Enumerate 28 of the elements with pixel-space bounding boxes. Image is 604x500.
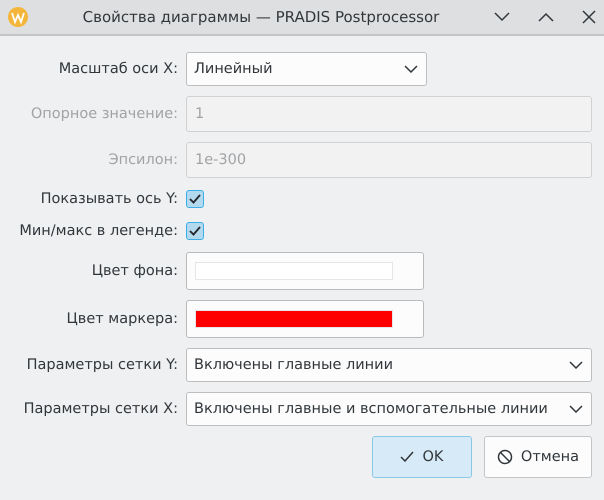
field-label: Цвет фона: <box>90 263 179 279</box>
window-title: Свойства диаграммы — PRADIS Postprocessor <box>82 8 440 26</box>
field-label: Мин/макс в легенде: <box>18 223 179 239</box>
app-logo-icon <box>8 7 28 27</box>
field-label: Опорное значение: <box>30 106 179 122</box>
field-label: Масштаб оси X: <box>58 61 179 77</box>
dropdown[interactable]: Линейный <box>186 52 427 86</box>
field-label: Эпсилон: <box>107 152 179 168</box>
chevron-down-icon <box>569 361 583 369</box>
field-label: Параметры сетки X: <box>22 401 179 417</box>
minimize-button[interactable] <box>494 12 510 22</box>
checkbox[interactable] <box>186 190 204 208</box>
ok-button[interactable]: OK <box>372 436 472 478</box>
dropdown[interactable]: Включены главные линии <box>186 348 592 382</box>
checkmark-icon <box>400 451 414 463</box>
maximize-button[interactable] <box>538 12 554 22</box>
cancel-icon <box>496 449 513 465</box>
chevron-down-icon <box>404 65 418 73</box>
chevron-down-icon <box>569 405 583 413</box>
checkbox[interactable] <box>186 222 204 240</box>
cancel-button[interactable]: Отмена <box>484 436 592 478</box>
field-label: Показывать ось Y: <box>40 191 179 207</box>
color-button[interactable] <box>186 252 424 290</box>
field-label: Параметры сетки Y: <box>26 357 179 373</box>
field-label: Цвет маркера: <box>66 311 179 327</box>
dropdown[interactable]: Включены главные и вспомогательные линии <box>186 392 592 426</box>
close-button[interactable] <box>582 10 596 24</box>
color-button[interactable] <box>186 300 424 338</box>
